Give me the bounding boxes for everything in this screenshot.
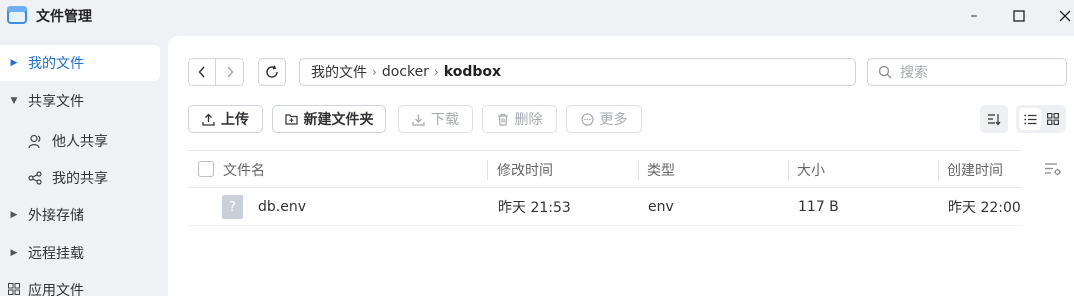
refresh-button[interactable]	[258, 58, 286, 86]
sidebar-item-label: 远程挂载	[28, 246, 84, 262]
sidebar: ▶ 我的文件 ▼ 共享文件 他人共享 我的共享 ▶ 外接存储 ▶ 远程挂载 应用…	[0, 32, 168, 296]
sidebar-item-shared-files[interactable]: ▼ 共享文件	[0, 83, 160, 119]
forward-button[interactable]	[216, 59, 243, 85]
sidebar-item-external-storage[interactable]: ▶ 外接存储	[0, 197, 160, 233]
breadcrumb-item[interactable]: docker	[382, 64, 429, 80]
new-folder-button[interactable]: 新建文件夹	[272, 105, 386, 133]
download-icon	[412, 114, 425, 126]
more-label: 更多	[599, 112, 628, 128]
file-size: 117 B	[798, 199, 839, 215]
chevron-left-icon	[198, 66, 205, 78]
search-input[interactable]: 搜索	[867, 58, 1067, 86]
grid-icon	[0, 282, 28, 296]
list-view-icon	[1023, 114, 1036, 124]
main-panel: 我的文件 › docker › kodbox 搜索 上传 新建文件夹 下载 删除…	[168, 36, 1074, 296]
table-header: 文件名 修改时间 类型 大小 创建时间	[188, 150, 1022, 188]
search-icon	[878, 65, 892, 79]
sidebar-item-label: 外接存储	[28, 208, 84, 224]
column-header-name[interactable]: 文件名	[223, 151, 265, 188]
unknown-file-icon: ?	[222, 195, 243, 219]
collapse-caret-icon: ▼	[10, 96, 18, 106]
trash-icon	[497, 113, 508, 126]
sidebar-item-label: 应用文件	[28, 283, 84, 296]
refresh-icon	[266, 65, 278, 78]
expand-caret-icon: ▶	[10, 248, 18, 258]
file-created: 昨天 22:00	[948, 200, 1021, 216]
maximize-icon	[1013, 10, 1025, 22]
delete-button[interactable]: 删除	[482, 105, 557, 133]
upload-button[interactable]: 上传	[188, 105, 263, 133]
column-header-modified[interactable]: 修改时间	[497, 151, 553, 188]
breadcrumb-separator: ›	[433, 65, 439, 79]
file-manager-app-icon	[7, 6, 27, 24]
close-icon	[1059, 10, 1071, 22]
column-settings-icon	[1045, 163, 1061, 176]
download-button[interactable]: 下载	[398, 105, 473, 133]
column-header-created[interactable]: 创建时间	[947, 151, 1003, 188]
column-header-type[interactable]: 类型	[647, 151, 675, 188]
sidebar-item-label: 他人共享	[52, 134, 108, 150]
column-resize-handle[interactable]	[638, 160, 639, 180]
file-type: env	[648, 199, 674, 215]
column-settings-button[interactable]	[1044, 162, 1064, 178]
upload-label: 上传	[221, 112, 249, 128]
expand-caret-icon: ▶	[10, 210, 18, 220]
breadcrumb-current[interactable]: kodbox	[444, 64, 501, 80]
breadcrumb-item[interactable]: 我的文件	[311, 62, 367, 82]
nav-button-group	[188, 58, 244, 86]
chevron-right-icon	[226, 66, 233, 78]
sidebar-item-label: 共享文件	[28, 94, 84, 110]
sidebar-item-shared-with-me[interactable]: 他人共享	[0, 123, 160, 159]
sidebar-item-my-shares[interactable]: 我的共享	[0, 160, 160, 196]
table-row[interactable]: ? db.env 昨天 21:53 env 117 B 昨天 22:00	[188, 188, 1022, 226]
upload-icon	[202, 113, 215, 126]
sort-icon	[988, 113, 1001, 125]
close-button[interactable]	[1055, 6, 1074, 26]
sidebar-item-label: 我的共享	[52, 171, 108, 187]
search-placeholder: 搜索	[900, 65, 928, 81]
sidebar-item-remote-mount[interactable]: ▶ 远程挂载	[0, 235, 160, 271]
delete-label: 删除	[514, 112, 543, 128]
more-button[interactable]: 更多	[566, 105, 642, 133]
app-title: 文件管理	[36, 9, 92, 25]
column-header-size[interactable]: 大小	[797, 151, 825, 188]
new-folder-label: 新建文件夹	[303, 112, 374, 128]
sidebar-item-my-files[interactable]: ▶ 我的文件	[0, 45, 160, 81]
breadcrumb-separator: ›	[372, 65, 377, 79]
new-folder-icon	[284, 114, 298, 125]
user-icon	[28, 134, 52, 149]
breadcrumb[interactable]: 我的文件 › docker › kodbox	[299, 58, 856, 86]
grid-view-icon	[1047, 113, 1059, 125]
list-view-button[interactable]	[1019, 108, 1041, 130]
maximize-button[interactable]	[1009, 6, 1029, 26]
expand-caret-icon: ▶	[10, 58, 18, 68]
column-resize-handle[interactable]	[788, 160, 789, 180]
more-icon	[580, 112, 594, 126]
title-bar: 文件管理 –	[0, 0, 1074, 32]
sidebar-item-app-files[interactable]: 应用文件	[0, 272, 160, 296]
download-label: 下载	[431, 112, 459, 128]
sort-button[interactable]	[980, 105, 1008, 133]
grid-view-button[interactable]	[1042, 108, 1064, 130]
column-resize-handle[interactable]	[487, 160, 488, 180]
column-resize-handle[interactable]	[938, 160, 939, 180]
select-all-checkbox[interactable]	[198, 161, 214, 177]
back-button[interactable]	[189, 59, 216, 85]
sidebar-item-label: 我的文件	[28, 56, 84, 72]
file-modified: 昨天 21:53	[498, 200, 571, 216]
view-toggle-group	[1016, 105, 1066, 133]
file-name[interactable]: db.env	[258, 188, 306, 226]
share-icon	[28, 171, 52, 185]
minimize-button[interactable]: –	[964, 6, 984, 26]
